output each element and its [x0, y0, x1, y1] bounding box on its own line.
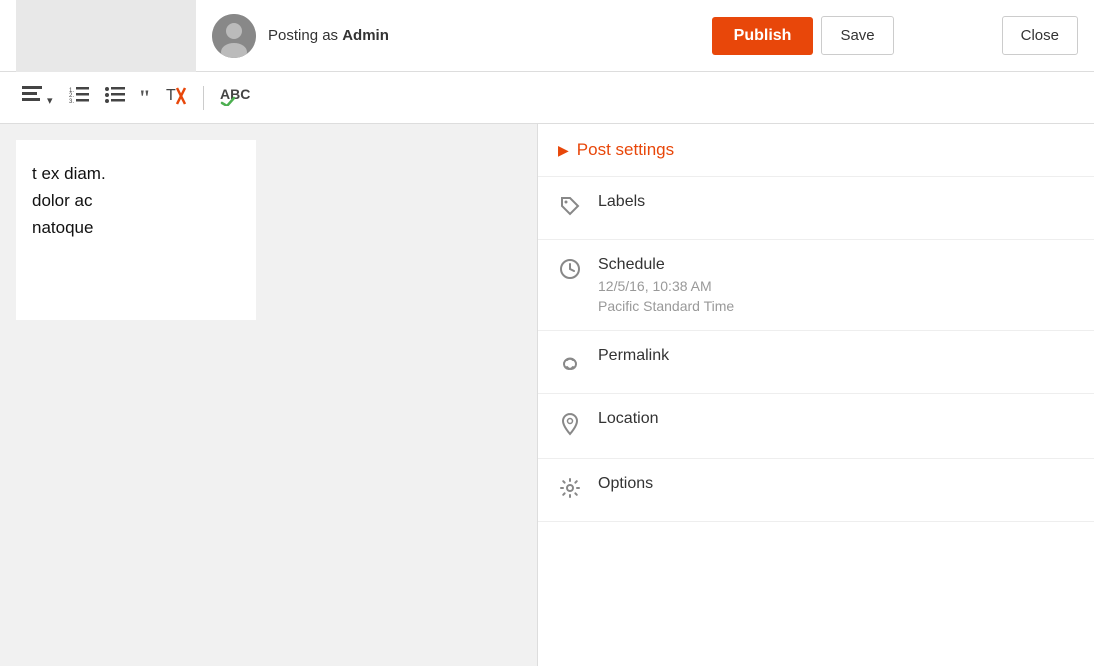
close-button[interactable]: Close [1002, 16, 1078, 55]
editor-content[interactable]: t ex diam. dolor ac natoque [16, 140, 256, 320]
sidebar: ▶ Post settings Labels [537, 124, 1094, 666]
ordered-list-button[interactable]: 1. 2. 3. [63, 82, 95, 113]
ordered-list-icon: 1. 2. 3. [69, 88, 89, 108]
location-label: Location [598, 410, 1074, 428]
posting-as-user: Admin [342, 27, 389, 44]
unordered-list-button[interactable] [99, 82, 131, 113]
avatar [212, 14, 256, 58]
sidebar-item-permalink[interactable]: Permalink [538, 331, 1094, 394]
permalink-content: Permalink [598, 347, 1074, 365]
blockquote-button[interactable]: " [135, 83, 155, 113]
posting-as-label: Posting as [268, 27, 342, 44]
sidebar-header[interactable]: ▶ Post settings [538, 124, 1094, 177]
editor-toolbar: ▾ 1. 2. 3. " [0, 72, 1094, 124]
permalink-label: Permalink [598, 347, 1074, 365]
editor-line-3: natoque [32, 214, 240, 241]
header-left-panel [16, 0, 196, 72]
svg-text:ABC: ABC [220, 86, 250, 102]
svg-text:3.: 3. [69, 99, 74, 104]
location-pin-icon [558, 412, 582, 442]
align-button[interactable]: ▾ [16, 82, 59, 113]
sidebar-item-schedule[interactable]: Schedule 12/5/16, 10:38 AM Pacific Stand… [538, 240, 1094, 331]
gear-icon [558, 477, 582, 505]
location-content: Location [598, 410, 1074, 428]
toolbar-divider [203, 86, 204, 110]
header-buttons: Publish Save Preview Close [712, 16, 1078, 55]
sidebar-header-title: Post settings [577, 140, 674, 160]
schedule-label: Schedule [598, 256, 1074, 274]
sidebar-item-labels[interactable]: Labels [538, 177, 1094, 240]
header-center: Posting as Admin [196, 14, 712, 58]
sidebar-item-location[interactable]: Location [538, 394, 1094, 459]
save-button[interactable]: Save [821, 16, 893, 55]
options-label: Options [598, 475, 1074, 493]
options-content: Options [598, 475, 1074, 493]
unordered-list-icon [105, 88, 125, 108]
editor-line-1: t ex diam. [32, 160, 240, 187]
spellcheck-icon: ABC [220, 90, 250, 110]
schedule-sublabel-line2: Pacific Standard Time [598, 298, 1074, 314]
svg-text:T: T [166, 87, 176, 104]
clock-icon [558, 258, 582, 286]
main-area: t ex diam. dolor ac natoque ▶ Post setti… [0, 124, 1094, 666]
labels-content: Labels [598, 193, 1074, 211]
link-icon [558, 349, 582, 377]
label-icon [558, 195, 582, 223]
align-icon [22, 88, 47, 108]
dropdown-arrow-icon: ▾ [47, 95, 53, 107]
collapse-triangle-icon: ▶ [558, 142, 569, 159]
spellcheck-button[interactable]: ABC [214, 80, 256, 115]
editor-line-2: dolor ac [32, 187, 240, 214]
header: Posting as Admin Publish Save Preview Cl… [0, 0, 1094, 72]
editor-area: t ex diam. dolor ac natoque [0, 124, 537, 666]
schedule-sublabel-line1: 12/5/16, 10:38 AM [598, 278, 1074, 294]
posting-as-text: Posting as Admin [268, 27, 389, 44]
sidebar-item-options[interactable]: Options [538, 459, 1094, 522]
publish-button[interactable]: Publish [712, 17, 814, 55]
strikethrough-icon: T [165, 90, 187, 110]
strikethrough-button[interactable]: T [159, 80, 193, 115]
labels-label: Labels [598, 193, 1074, 211]
schedule-content: Schedule 12/5/16, 10:38 AM Pacific Stand… [598, 256, 1074, 314]
